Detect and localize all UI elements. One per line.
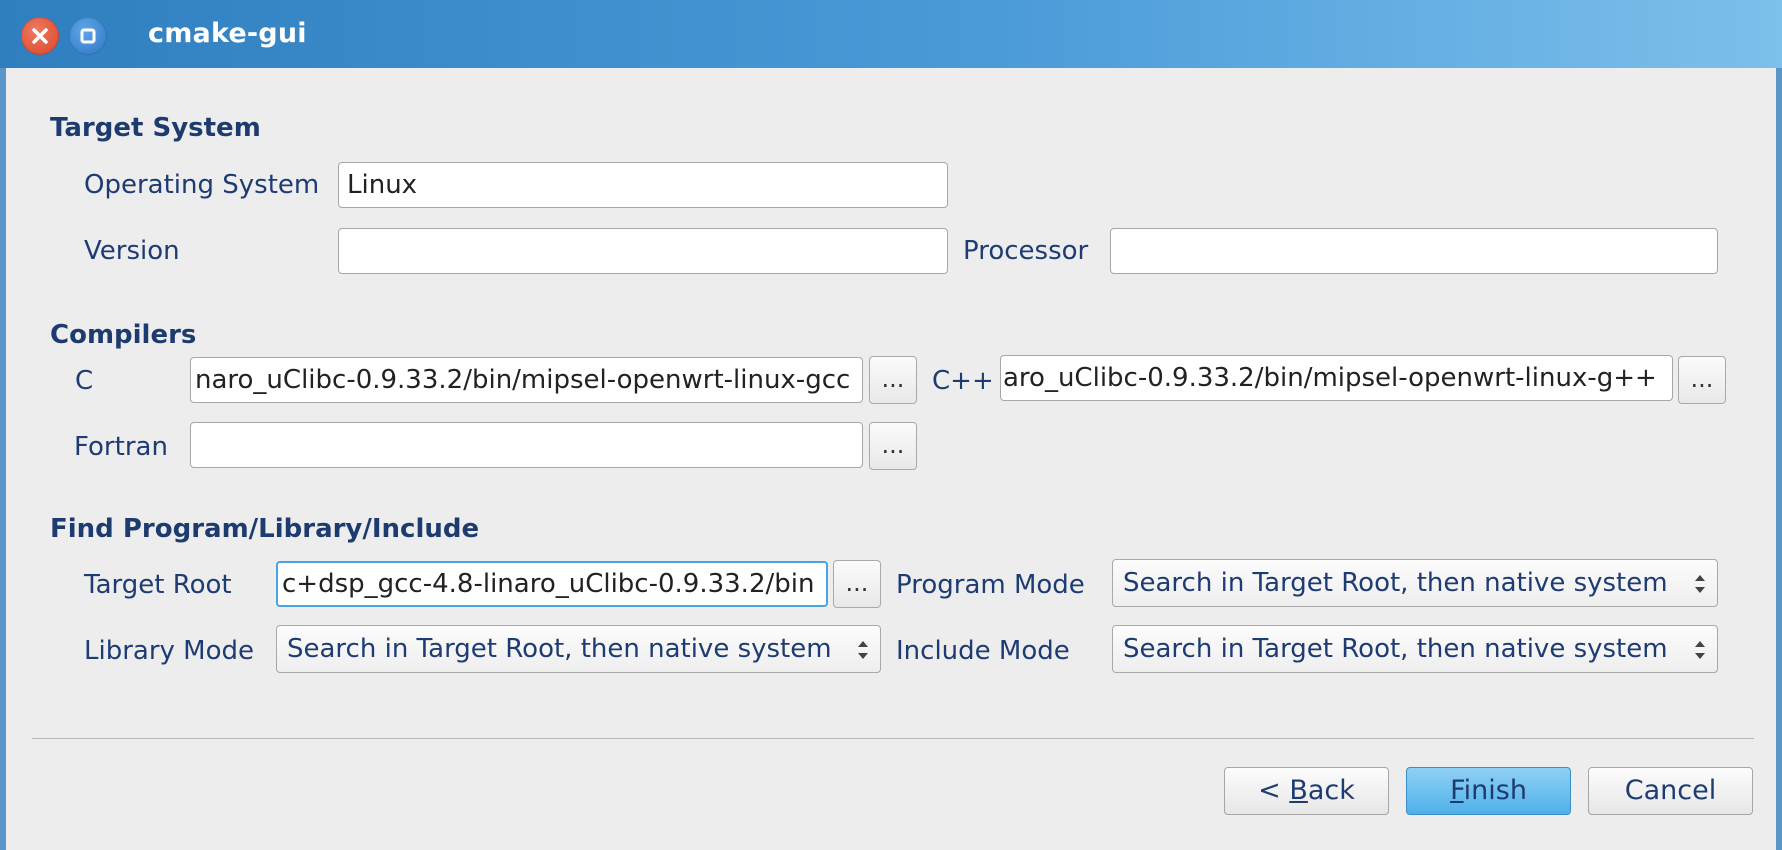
- cxx-compiler-browse-button[interactable]: ...: [1678, 356, 1726, 404]
- finish-label-rest: inish: [1463, 775, 1527, 806]
- library-mode-value: Search in Target Root, then native syste…: [287, 634, 832, 664]
- program-mode-label: Program Mode: [896, 570, 1085, 600]
- title-bar: cmake-gui: [0, 0, 1782, 68]
- maximize-button[interactable]: [69, 17, 107, 55]
- version-input[interactable]: [338, 228, 948, 274]
- target-root-input[interactable]: c+dsp_gcc-4.8-linaro_uClibc-0.9.33.2/bin: [276, 561, 828, 607]
- finish-mnemonic: F: [1450, 775, 1464, 806]
- cxx-compiler-input[interactable]: aro_uClibc-0.9.33.2/bin/mipsel-openwrt-l…: [1000, 355, 1673, 401]
- include-mode-label: Include Mode: [896, 636, 1070, 666]
- back-label-rest: ack: [1307, 775, 1355, 806]
- version-label: Version: [84, 236, 180, 266]
- target-system-heading: Target System: [50, 113, 261, 143]
- updown-arrows-icon: [1695, 641, 1705, 659]
- program-mode-value: Search in Target Root, then native syste…: [1123, 568, 1668, 598]
- window-title: cmake-gui: [148, 18, 307, 49]
- c-compiler-input[interactable]: naro_uClibc-0.9.33.2/bin/mipsel-openwrt-…: [190, 357, 863, 403]
- compilers-heading: Compilers: [50, 320, 197, 350]
- finish-button[interactable]: Finish: [1406, 767, 1571, 815]
- button-separator: [32, 738, 1754, 739]
- processor-input[interactable]: [1110, 228, 1718, 274]
- c-compiler-browse-button[interactable]: ...: [869, 356, 917, 404]
- os-input[interactable]: Linux: [338, 162, 948, 208]
- back-prefix: <: [1258, 775, 1290, 806]
- updown-arrows-icon: [1695, 575, 1705, 593]
- close-icon: [32, 28, 48, 44]
- os-label: Operating System: [84, 170, 320, 200]
- program-mode-select[interactable]: Search in Target Root, then native syste…: [1112, 559, 1718, 607]
- fortran-compiler-input[interactable]: [190, 422, 863, 468]
- target-root-browse-button[interactable]: ...: [833, 560, 881, 608]
- back-mnemonic: B: [1289, 775, 1308, 806]
- cxx-compiler-label: C++: [932, 366, 994, 396]
- close-button[interactable]: [21, 17, 59, 55]
- fortran-compiler-browse-button[interactable]: ...: [869, 422, 917, 470]
- include-mode-value: Search in Target Root, then native syste…: [1123, 634, 1668, 664]
- library-mode-select[interactable]: Search in Target Root, then native syste…: [276, 625, 881, 673]
- include-mode-select[interactable]: Search in Target Root, then native syste…: [1112, 625, 1718, 673]
- target-root-label: Target Root: [84, 570, 232, 600]
- maximize-icon: [80, 28, 96, 44]
- updown-arrows-icon: [858, 641, 868, 659]
- fortran-compiler-label: Fortran: [74, 432, 168, 462]
- cancel-button[interactable]: Cancel: [1588, 767, 1753, 815]
- library-mode-label: Library Mode: [84, 636, 255, 666]
- back-button[interactable]: < Back: [1224, 767, 1389, 815]
- processor-label: Processor: [963, 236, 1089, 266]
- find-heading: Find Program/Library/Include: [50, 514, 480, 544]
- c-compiler-label: C: [75, 366, 94, 396]
